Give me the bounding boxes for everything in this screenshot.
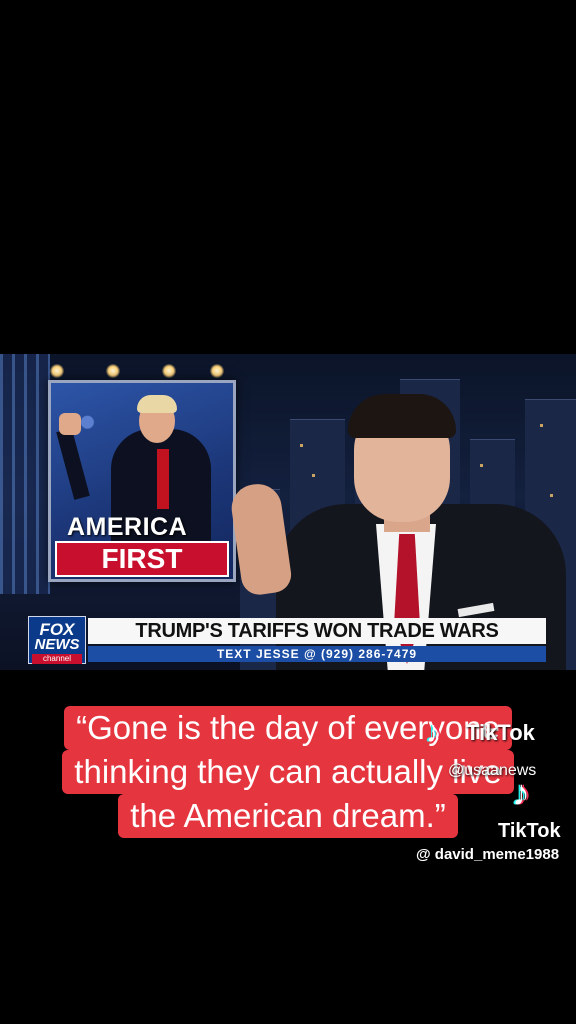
tiktok-icon: ♪	[512, 772, 530, 813]
tiktok-icon: ♪	[426, 716, 441, 749]
figure-hair	[137, 395, 177, 413]
tiktok-handle-bottom: @ david_meme1988	[416, 846, 560, 863]
monitor-banner-first: FIRST	[55, 541, 229, 577]
chyron-subline: TEXT JESSE @ (929) 286-7479	[88, 646, 546, 662]
caption-line-3: the American dream.”	[118, 794, 458, 838]
tiktok-brand-bottom: TikTok	[498, 820, 561, 842]
anchor-hand	[228, 481, 294, 597]
fox-news-logo: FOX NEWS channel	[28, 616, 86, 664]
logo-channel-text: channel	[32, 654, 82, 664]
stage-truss	[0, 354, 50, 594]
chyron-headline: TRUMP'S TARIFFS WON TRADE WARS	[88, 618, 546, 644]
figure-fist	[59, 413, 81, 435]
figure-tie	[157, 449, 169, 509]
studio-lights	[40, 358, 240, 378]
studio-monitor: AMERICA FIRST	[48, 380, 236, 582]
video-frame[interactable]: AMERICA FIRST FOX NEWS channel TRUMP'S T…	[0, 354, 576, 670]
tiktok-watermark-bottom: ♪ TikTok @ david_meme1988	[412, 772, 576, 872]
tiktok-brand-top: TikTok	[466, 720, 535, 745]
monitor-banner-america: AMERICA	[67, 513, 188, 541]
news-chyron: FOX NEWS channel TRUMP'S TARIFFS WON TRA…	[28, 616, 548, 664]
anchor-hair	[348, 394, 456, 438]
logo-news-text: NEWS	[34, 636, 80, 653]
